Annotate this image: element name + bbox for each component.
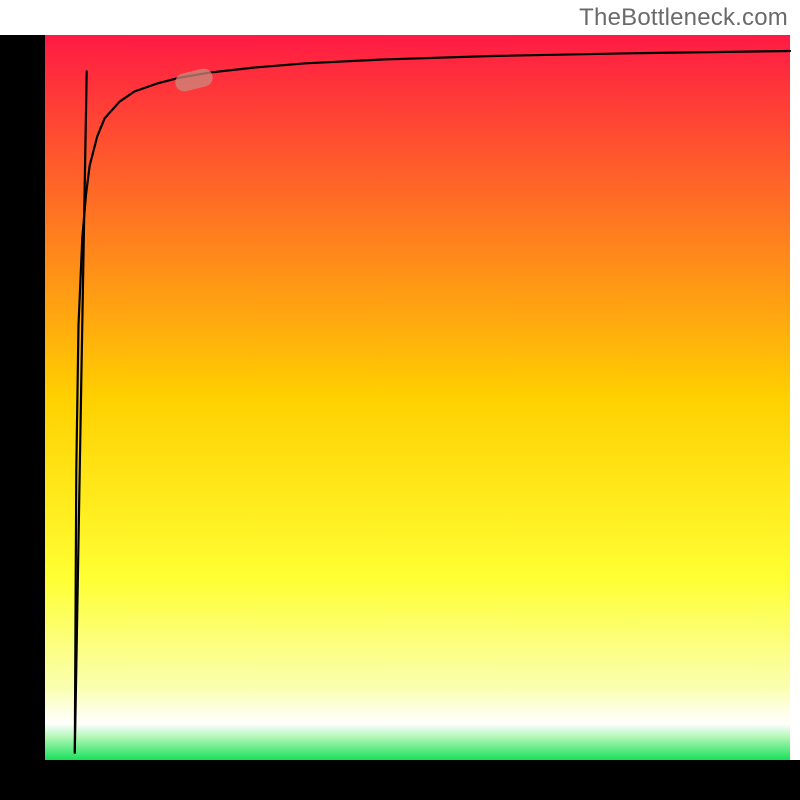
plot-area [0,0,800,800]
chart-svg [0,0,800,800]
plot-background [45,35,790,760]
chart-frame: TheBottleneck.com [0,0,800,800]
y-axis-bar [0,35,45,800]
x-axis-bar [0,760,800,800]
watermark-label: TheBottleneck.com [579,4,788,32]
